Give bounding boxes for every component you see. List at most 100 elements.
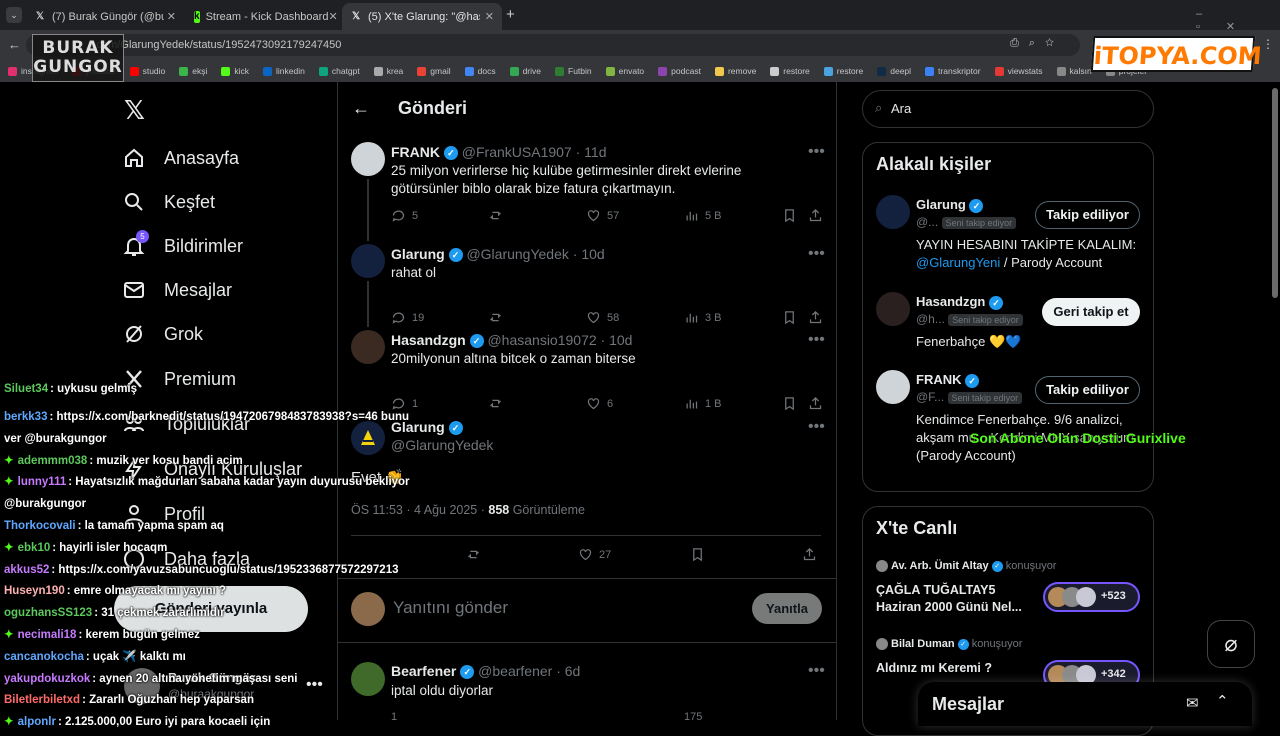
bookmark-19[interactable]: viewstats xyxy=(994,66,1043,76)
space-host[interactable]: Av. Arb. Ümit Altay ✓ konuşuyor xyxy=(876,560,1056,573)
new-tab-icon[interactable]: + xyxy=(506,6,515,23)
bookmark-button[interactable] xyxy=(782,208,797,223)
sidebar-item-5[interactable]: Premium xyxy=(122,367,236,391)
bookmark-12[interactable]: envato xyxy=(605,66,644,76)
close-tab-icon[interactable]: ✕ xyxy=(485,10,494,23)
back-arrow-icon[interactable]: ← xyxy=(8,37,21,52)
bookmark-15[interactable]: restore xyxy=(770,66,810,76)
more-icon[interactable]: ••• xyxy=(808,662,825,680)
sidebar-item-0[interactable]: Anasayfa xyxy=(122,146,239,170)
reply-count[interactable]: 1 xyxy=(391,711,397,723)
bookmark-5[interactable]: linkedin xyxy=(263,66,305,76)
tweet-author[interactable]: FRANK ✓ @FrankUSA1907 · 11d xyxy=(391,144,607,161)
person-name[interactable]: FRANK ✓ xyxy=(916,372,980,388)
like-button[interactable]: 57 xyxy=(586,208,619,223)
person-name[interactable]: Glarung ✓ xyxy=(916,197,984,213)
bookmark-3[interactable]: ekşi xyxy=(179,66,207,76)
reply-input[interactable]: Yanıtını gönder xyxy=(393,598,508,618)
bookmark-9[interactable]: docs xyxy=(464,66,496,76)
tweet-avatar[interactable] xyxy=(351,330,385,364)
like-button[interactable]: 58 xyxy=(586,310,619,325)
like-button[interactable]: 6 xyxy=(586,396,613,411)
tweet-avatar[interactable] xyxy=(351,142,385,176)
views-button[interactable]: 5 B xyxy=(684,208,722,223)
share-button[interactable] xyxy=(808,310,823,325)
person-name[interactable]: Hasandzgn ✓ xyxy=(916,294,1003,310)
person-avatar[interactable] xyxy=(876,292,910,326)
bookmark-10[interactable]: drive xyxy=(509,66,541,76)
retweet-button[interactable] xyxy=(466,547,481,562)
page-scrollbar[interactable] xyxy=(1272,88,1278,298)
expand-icon[interactable]: ⌃ xyxy=(1216,692,1229,710)
follow-button[interactable]: Takip ediliyor xyxy=(1035,201,1140,229)
bookmark-11[interactable]: Futbin xyxy=(555,66,592,76)
tab-1[interactable]: 𝕏 (7) Burak Güngör (@buraakgun ✕ xyxy=(26,3,184,30)
bookmark-4[interactable]: kick xyxy=(221,66,249,76)
bookmark-7[interactable]: krea xyxy=(373,66,403,76)
bookmark-14[interactable]: remove xyxy=(714,66,756,76)
space-title[interactable]: Aldınız mı Keremi ? xyxy=(876,660,1036,677)
bookmark-button[interactable] xyxy=(782,310,797,325)
sidebar-item-1[interactable]: Keşfet xyxy=(122,190,215,214)
reply-button[interactable]: 19 xyxy=(391,310,424,325)
bookmark-2[interactable]: studio xyxy=(129,66,165,76)
more-icon[interactable]: ••• xyxy=(808,418,825,436)
more-icon[interactable]: ••• xyxy=(306,676,323,694)
more-icon[interactable]: ••• xyxy=(808,143,825,161)
bookmark-16[interactable]: restore xyxy=(823,66,863,76)
grok-float-button[interactable]: ⌀ xyxy=(1207,620,1255,668)
follow-button[interactable]: Geri takip et xyxy=(1042,298,1140,326)
x-logo-icon[interactable]: 𝕏 xyxy=(124,96,145,126)
share-button[interactable] xyxy=(808,208,823,223)
tweet-author[interactable]: Hasandzgn ✓ @hasansio19072 · 10d xyxy=(391,332,632,349)
close-tab-icon[interactable]: ✕ xyxy=(328,10,337,23)
tweet-author[interactable]: Bearfener ✓ @bearfener · 6d xyxy=(391,663,580,680)
follow-button[interactable]: Takip ediliyor xyxy=(1035,376,1140,404)
sidebar-item-2[interactable]: 5 Bildirimler xyxy=(122,230,243,258)
person-avatar[interactable] xyxy=(876,195,910,229)
views-count[interactable]: 175 xyxy=(684,711,702,723)
retweet-button[interactable] xyxy=(488,208,503,223)
address-bar[interactable]: x.com/GlarungYedek/status/19524730921792… xyxy=(26,34,1080,56)
tweet-avatar[interactable] xyxy=(351,662,385,696)
more-icon[interactable]: ••• xyxy=(808,245,825,263)
like-button[interactable]: 27 xyxy=(578,547,611,562)
bookmark-18[interactable]: transkriptor xyxy=(925,66,981,76)
messages-drawer[interactable]: Mesajlar ✉ ⌃ xyxy=(918,682,1252,726)
focus-avatar[interactable] xyxy=(351,421,385,455)
close-tab-icon[interactable]: ✕ xyxy=(167,10,176,23)
space-title[interactable]: ÇAĞLA TUĞALTAY5 Haziran 2000 Günü Nel... xyxy=(876,582,1036,616)
share-button[interactable] xyxy=(808,396,823,411)
bookmark-button[interactable] xyxy=(782,396,797,411)
retweet-button[interactable] xyxy=(488,396,503,411)
tab-2[interactable]: k Stream - Kick Dashboard ✕ xyxy=(186,3,344,30)
search-box[interactable]: ⌕ Ara xyxy=(862,90,1154,128)
bookmark-20[interactable]: kalsın xyxy=(1056,66,1092,76)
profile-menu-icon[interactable]: ⋮ xyxy=(1262,37,1274,51)
share-button[interactable] xyxy=(802,547,817,562)
views-button[interactable]: 3 B xyxy=(684,310,722,325)
bookmark-button[interactable] xyxy=(690,547,705,562)
sidebar-item-4[interactable]: Grok xyxy=(122,322,203,346)
tweet-author[interactable]: Glarung ✓ @GlarungYedek · 10d xyxy=(391,246,605,263)
sidebar-item-3[interactable]: Mesajlar xyxy=(122,278,232,302)
views-button[interactable]: 1 B xyxy=(684,396,722,411)
bookmark-6[interactable]: chatgpt xyxy=(318,66,360,76)
space-listeners-pill[interactable]: +523 xyxy=(1043,582,1140,612)
space-host[interactable]: Bilal Duman ✓ konuşuyor xyxy=(876,638,1022,651)
person-avatar[interactable] xyxy=(876,370,910,404)
reply-button[interactable]: Yanıtla xyxy=(752,593,822,624)
reply-button[interactable]: 5 xyxy=(391,208,418,223)
bookmark-13[interactable]: podcast xyxy=(658,66,701,76)
focus-handle[interactable]: @GlarungYedek xyxy=(391,437,493,453)
retweet-button[interactable] xyxy=(488,310,503,325)
back-arrow-icon[interactable]: ← xyxy=(352,98,370,119)
new-message-icon[interactable]: ✉ xyxy=(1186,694,1199,712)
bookmark-17[interactable]: deepl xyxy=(877,66,911,76)
bookmark-8[interactable]: gmail xyxy=(417,66,451,76)
tweet-avatar[interactable] xyxy=(351,244,385,278)
tab-3-active[interactable]: 𝕏 (5) X'te Glarung: "@hasansio19 ✕ xyxy=(342,3,502,30)
reply-button[interactable]: 1 xyxy=(391,396,418,411)
tab-list-chevron-icon[interactable]: ⌄ xyxy=(6,7,22,23)
more-icon[interactable]: ••• xyxy=(808,331,825,349)
